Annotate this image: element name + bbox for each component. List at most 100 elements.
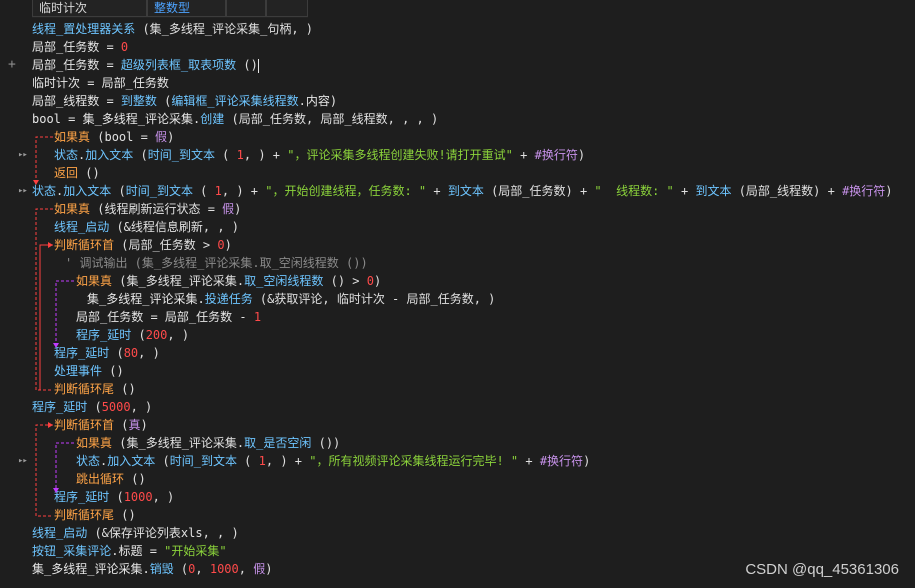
code-token: 1000 <box>123 490 153 504</box>
code-line[interactable]: 局部_线程数 = 到整数 (编辑框_评论采集线程数.内容) <box>32 92 337 110</box>
code-line[interactable]: 如果真 (集_多线程_评论采集.取_空闲线程数 () > 0) <box>76 272 381 290</box>
code-token: 状态 <box>32 184 57 198</box>
code-line[interactable]: 返回 () <box>54 164 100 182</box>
code-token: ) <box>583 454 591 468</box>
header-cell-variable-type[interactable]: 整数型 <box>147 0 226 17</box>
code-token: + <box>512 148 535 162</box>
code-token: 线程_启动 <box>32 526 88 540</box>
code-token: 1 <box>258 454 266 468</box>
code-token: 线程_启动 <box>54 220 110 234</box>
flow-line-loop-2 <box>35 424 53 517</box>
text-caret <box>257 58 259 73</box>
code-token: () <box>78 166 100 180</box>
header-cell-array[interactable] <box>266 0 308 17</box>
code-line[interactable]: 程序_延时 (1000, ) <box>54 488 174 506</box>
code-line[interactable]: 处理事件 () <box>54 362 124 380</box>
code-token: 时间_到文本 <box>169 454 237 468</box>
code-token: ) <box>265 562 273 576</box>
code-token: "，评论采集多线程创建失败!请打开重试" <box>287 148 513 162</box>
code-token: () <box>124 472 146 486</box>
code-token: , ) <box>138 346 160 360</box>
code-line[interactable]: 线程_启动 (&保存评论列表xls, , ) <box>32 524 239 542</box>
code-token: "，所有视频评论采集线程运行完毕! " <box>309 454 519 468</box>
code-token: 如果真 <box>54 130 91 144</box>
local-variable-header-row: 临时计次 整数型 <box>32 0 308 18</box>
code-token: 时间_到文本 <box>147 148 215 162</box>
code-line[interactable]: 局部_任务数 = 局部_任务数 - 1 <box>76 308 261 326</box>
fold-arrows-icon[interactable]: ▸▸ <box>18 146 28 164</box>
code-token: , <box>195 562 210 576</box>
code-token: 如果真 <box>76 274 113 288</box>
code-token: ) <box>885 184 893 198</box>
code-token: 标题 = <box>118 544 165 558</box>
code-line[interactable]: 线程_启动 (&线程信息刷新, , ) <box>54 218 239 236</box>
code-token: 取_是否空闲 <box>244 436 312 450</box>
code-line[interactable]: 判断循环尾 () <box>54 506 136 524</box>
code-line[interactable]: 如果真 (bool = 假) <box>54 128 174 146</box>
code-line[interactable]: 集_多线程_评论采集.销毁 (0, 1000, 假) <box>32 560 272 578</box>
code-token: 局部_任务数 = 局部_任务数 - <box>76 310 254 324</box>
code-token: ) <box>234 202 242 216</box>
code-token: () <box>114 382 136 396</box>
header-cell-static[interactable] <box>226 0 266 17</box>
code-token: (集_多线程_评论采集. <box>112 274 245 288</box>
header-cell-variable-name[interactable]: 临时计次 <box>32 0 147 17</box>
code-token: 200 <box>145 328 168 342</box>
code-token: #换行符 <box>534 148 578 162</box>
expand-plus-icon[interactable]: + <box>8 56 16 74</box>
code-token: 返回 <box>54 166 79 180</box>
fold-arrows-icon[interactable]: ▸▸ <box>18 452 28 470</box>
code-token: 假 <box>222 202 235 216</box>
code-token: 局部_任务数 = <box>32 40 121 54</box>
code-token: 程序_延时 <box>54 490 110 504</box>
code-line[interactable]: 判断循环首 (真) <box>54 416 148 434</box>
code-token: ( <box>114 418 129 432</box>
code-line[interactable]: 程序_延时 (200, ) <box>76 326 189 344</box>
code-token: ) <box>140 418 148 432</box>
code-token: 集_多线程_评论采集. <box>87 292 205 306</box>
code-token: (&线程信息刷新, , ) <box>109 220 240 234</box>
code-token: 程序_延时 <box>32 400 88 414</box>
code-line[interactable]: 局部_任务数 = 0 <box>32 38 128 56</box>
code-token: (bool = <box>90 130 156 144</box>
code-line[interactable]: 如果真 (集_多线程_评论采集.取_是否空闲 ()) <box>76 434 340 452</box>
code-token: , ) + <box>243 148 288 162</box>
code-line[interactable]: 局部_任务数 = 超级列表框_取表项数 () <box>32 56 259 74</box>
flow-line-if-finished <box>55 442 74 490</box>
code-line[interactable]: 跳出循环 () <box>76 470 146 488</box>
code-token: 1 <box>214 184 222 198</box>
code-line[interactable]: 如果真 (线程刷新运行状态 = 假) <box>54 200 241 218</box>
flow-arrow-right-icon <box>48 242 53 248</box>
code-line[interactable]: 程序_延时 (80, ) <box>54 344 160 362</box>
code-token: 超级列表框_取表项数 <box>120 58 237 72</box>
code-line[interactable]: 判断循环首 (局部_任务数 > 0) <box>54 236 232 254</box>
code-token: 5000 <box>101 400 131 414</box>
code-token: 编辑框_评论采集线程数 <box>171 94 299 108</box>
code-token: 0 <box>217 238 225 252</box>
code-line[interactable]: 临时计次 = 局部_任务数 <box>32 74 169 92</box>
code-line[interactable]: bool = 集_多线程_评论采集.创建 (局部_任务数, 局部_线程数, , … <box>32 110 438 128</box>
code-token: 真 <box>128 418 141 432</box>
code-line[interactable]: 程序_延时 (5000, ) <box>32 398 152 416</box>
code-line[interactable]: 判断循环尾 () <box>54 380 136 398</box>
code-token: " 线程数: " <box>594 184 674 198</box>
code-token: ( <box>236 454 259 468</box>
code-token: . <box>298 94 306 108</box>
flow-line-loop-1 <box>39 244 53 390</box>
code-token: "开始采集" <box>164 544 227 558</box>
code-line[interactable]: 状态.加入文本 (时间_到文本 ( 1, ) + "，评论采集多线程创建失败!请… <box>54 146 585 164</box>
code-token: ( <box>192 184 215 198</box>
code-token: () <box>102 364 124 378</box>
code-token: 程序_延时 <box>54 346 110 360</box>
code-token: + <box>426 184 448 198</box>
code-line[interactable]: ' 调试输出 (集_多线程_评论采集.取_空闲线程数 ()) <box>65 254 368 272</box>
code-line[interactable]: 集_多线程_评论采集.投递任务 (&获取评论, 临时计次 - 局部_任务数, ) <box>87 290 495 308</box>
code-line[interactable]: 线程_置处理器关系 (集_多线程_评论采集_句柄, ) <box>32 20 313 38</box>
code-token: 线程_置处理器关系 <box>32 22 136 36</box>
code-token: ) <box>224 238 232 252</box>
code-line[interactable]: 状态.加入文本 (时间_到文本 ( 1, ) + "，所有视频评论采集线程运行完… <box>76 452 590 470</box>
code-line[interactable]: 状态.加入文本 (时间_到文本 ( 1, ) + "，开始创建线程，任务数: "… <box>32 182 893 200</box>
code-token: 创建 <box>200 112 225 126</box>
fold-arrows-icon[interactable]: ▸▸ <box>18 182 28 200</box>
code-line[interactable]: 按钮_采集评论.标题 = "开始采集" <box>32 542 227 560</box>
